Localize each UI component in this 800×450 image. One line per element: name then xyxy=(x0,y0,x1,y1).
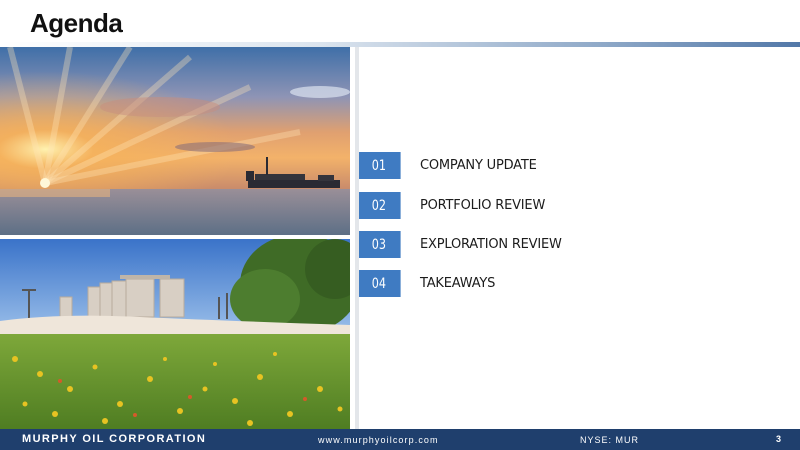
agenda-label: TAKEAWAYS xyxy=(420,276,496,291)
agenda-label: PORTFOLIO REVIEW xyxy=(420,198,546,213)
agenda-item-portfolio-review[interactable]: 02 PORTFOLIO REVIEW xyxy=(359,192,659,219)
agenda-number: 04 xyxy=(359,270,401,297)
oilfield-storage-tanks-wildflowers-photo xyxy=(0,239,350,429)
offshore-platform-sunset-photo xyxy=(0,47,350,235)
website-url: www.murphyoilcorp.com xyxy=(318,435,439,445)
agenda-number: 03 xyxy=(359,231,401,258)
agenda-label: EXPLORATION REVIEW xyxy=(420,237,562,252)
company-name: MURPHY OIL CORPORATION xyxy=(22,433,207,445)
page-title: Agenda xyxy=(30,8,123,38)
page-number: 3 xyxy=(776,434,782,444)
slide: Agenda 01 COMPANY UPDATE 02 PORTFOLIO RE… xyxy=(0,0,800,450)
agenda-number: 01 xyxy=(359,152,401,179)
footer-bar: MURPHY OIL CORPORATION www.murphyoilcorp… xyxy=(0,429,800,450)
agenda-item-company-update[interactable]: 01 COMPANY UPDATE xyxy=(359,152,659,179)
agenda-label: COMPANY UPDATE xyxy=(420,158,537,173)
stock-ticker: NYSE: MUR xyxy=(580,435,640,445)
agenda-number: 02 xyxy=(359,192,401,219)
agenda-item-takeaways[interactable]: 04 TAKEAWAYS xyxy=(359,270,659,297)
agenda-item-exploration-review[interactable]: 03 EXPLORATION REVIEW xyxy=(359,231,659,258)
